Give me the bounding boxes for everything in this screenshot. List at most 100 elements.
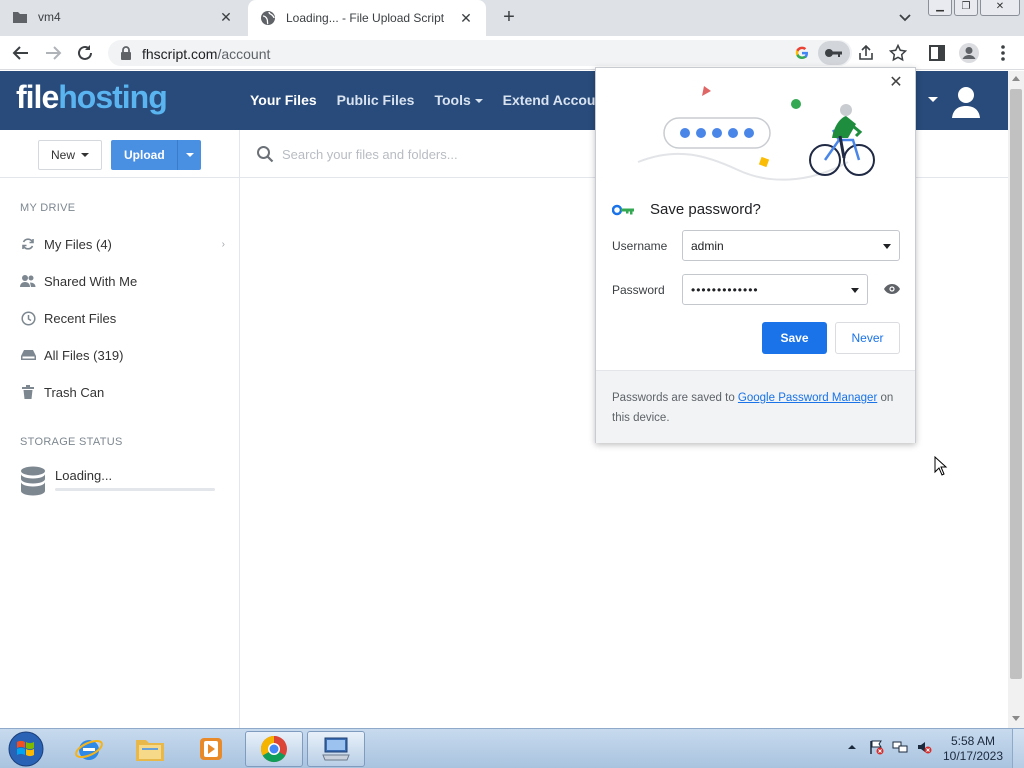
sidebar-item-trash-can[interactable]: Trash Can — [20, 381, 225, 403]
save-button[interactable]: Save — [762, 322, 827, 354]
dialog-footer: Passwords are saved to Google Password M… — [596, 370, 915, 443]
bookmark-star-icon[interactable] — [888, 43, 908, 63]
search-input[interactable] — [282, 143, 582, 165]
upload-button-label: Upload — [124, 148, 165, 162]
user-avatar-icon[interactable] — [950, 84, 982, 118]
windows-start-icon[interactable] — [4, 730, 48, 768]
menu-kebab-icon[interactable] — [992, 42, 1014, 64]
password-field[interactable]: ••••••••••••• — [682, 274, 868, 305]
windows-taskbar: 5:58 AM 10/17/2023 — [0, 728, 1024, 768]
taskbar-clock[interactable]: 5:58 AM 10/17/2023 — [940, 734, 1006, 764]
new-button[interactable]: New — [38, 140, 102, 170]
restore-button[interactable]: ❐ — [954, 0, 978, 16]
taskbar-internet-explorer[interactable] — [60, 731, 118, 767]
profile-icon[interactable] — [958, 42, 980, 64]
storage-progress-bar — [55, 488, 215, 491]
password-manager-link[interactable]: Google Password Manager — [738, 392, 877, 404]
clock-icon — [20, 310, 36, 326]
chevron-down-icon[interactable] — [883, 244, 891, 249]
storage-status-heading: STORAGE STATUS — [20, 436, 123, 448]
tab-close-icon[interactable]: ✕ — [458, 10, 474, 27]
scroll-thumb[interactable] — [1010, 89, 1022, 679]
password-value: ••••••••••••• — [691, 282, 759, 297]
nav-your-files[interactable]: Your Files — [250, 92, 317, 108]
footer-text: Passwords are saved to — [612, 392, 738, 404]
username-label: Username — [612, 239, 668, 253]
google-icon[interactable] — [792, 43, 812, 63]
scroll-down-arrow-icon[interactable] — [1012, 716, 1020, 721]
url-text: fhscript.com/account — [142, 46, 270, 62]
network-icon[interactable] — [892, 739, 908, 755]
mouse-cursor-icon — [934, 456, 948, 476]
tab-file-upload-script[interactable]: Loading... - File Upload Script ✕ — [248, 0, 486, 36]
search-icon — [257, 146, 274, 163]
side-panel-icon[interactable] — [926, 42, 948, 64]
chevron-right-icon[interactable]: › — [222, 239, 225, 250]
tab-close-icon[interactable]: ✕ — [218, 9, 234, 26]
password-key-button[interactable] — [818, 41, 850, 65]
key-icon — [612, 204, 634, 215]
nav-extend-account[interactable]: Extend Accoun — [503, 92, 604, 108]
upload-button[interactable]: Upload — [111, 140, 201, 170]
refresh-icon — [20, 236, 36, 252]
storage-status-text: Loading... — [55, 468, 113, 483]
share-icon[interactable] — [856, 43, 876, 63]
my-drive-heading: MY DRIVE — [20, 202, 76, 214]
sidebar-item-shared-with-me[interactable]: Shared With Me — [20, 270, 225, 292]
user-menu-chevron-icon[interactable] — [928, 97, 938, 102]
forward-arrow-icon[interactable] — [42, 42, 64, 64]
sidebar-item-label: Recent Files — [44, 310, 117, 326]
back-arrow-icon[interactable] — [10, 42, 32, 64]
clock-date: 10/17/2023 — [942, 749, 1004, 763]
database-icon — [21, 466, 45, 496]
folder-icon — [136, 740, 164, 761]
nav-public-files[interactable]: Public Files — [337, 92, 415, 108]
volume-muted-icon[interactable] — [916, 739, 932, 755]
taskbar-remote-desktop[interactable] — [307, 731, 365, 767]
trash-icon — [20, 384, 36, 400]
tab-search-chevron-icon[interactable] — [896, 8, 914, 26]
taskbar-chrome[interactable] — [245, 731, 303, 767]
minimize-button[interactable]: ▁ — [928, 0, 952, 16]
sidebar-item-all-files[interactable]: All Files (319) — [20, 344, 225, 366]
dialog-title: Save password? — [650, 201, 761, 218]
address-bar[interactable]: fhscript.com/account — [108, 40, 908, 66]
close-icon[interactable]: ✕ — [887, 74, 905, 92]
sidebar-item-label: My Files (4) — [44, 236, 112, 252]
lock-icon[interactable] — [116, 43, 136, 63]
window-close-button[interactable]: ✕ — [980, 0, 1020, 16]
sidebar-item-label: All Files (319) — [44, 347, 124, 363]
password-label: Password — [612, 283, 665, 297]
chevron-down-icon — [474, 99, 483, 104]
sidebar-item-recent-files[interactable]: Recent Files — [20, 307, 225, 329]
logo-text-file: file — [16, 79, 59, 115]
chevron-down-icon[interactable] — [851, 288, 859, 293]
never-button[interactable]: Never — [835, 322, 900, 354]
show-desktop-button[interactable] — [1012, 729, 1024, 768]
action-center-flag-icon[interactable] — [868, 739, 884, 755]
sidebar-item-label: Trash Can — [44, 384, 105, 400]
username-field[interactable]: admin — [682, 230, 900, 261]
show-hidden-icons-icon[interactable] — [844, 739, 860, 755]
tab-title: Loading... - File Upload Script — [286, 11, 445, 25]
nav-tools[interactable]: Tools — [434, 92, 483, 108]
key-icon — [825, 49, 842, 57]
tab-vm4[interactable]: vm4 ✕ — [0, 0, 246, 34]
page-scrollbar[interactable] — [1008, 71, 1024, 728]
url-host: fhscript.com — [142, 46, 218, 62]
media-player-icon — [200, 738, 222, 760]
scroll-up-arrow-icon[interactable] — [1012, 76, 1020, 81]
taskbar-file-explorer[interactable] — [121, 731, 179, 767]
site-logo[interactable]: filehosting — [16, 79, 168, 116]
reload-icon[interactable] — [74, 42, 96, 64]
sidebar-item-my-files[interactable]: My Files (4) › — [20, 233, 225, 255]
site-nav: Your Files Public Files Tools Extend Acc… — [250, 92, 604, 108]
password-illustration-icon — [637, 86, 875, 181]
taskbar-media-player[interactable] — [182, 731, 240, 767]
url-path: /account — [217, 46, 271, 62]
new-tab-button[interactable]: + — [498, 6, 520, 28]
new-button-label: New — [50, 148, 75, 162]
upload-dropdown-toggle[interactable] — [177, 140, 201, 170]
eye-icon[interactable] — [883, 283, 901, 295]
chevron-down-icon — [81, 153, 89, 157]
